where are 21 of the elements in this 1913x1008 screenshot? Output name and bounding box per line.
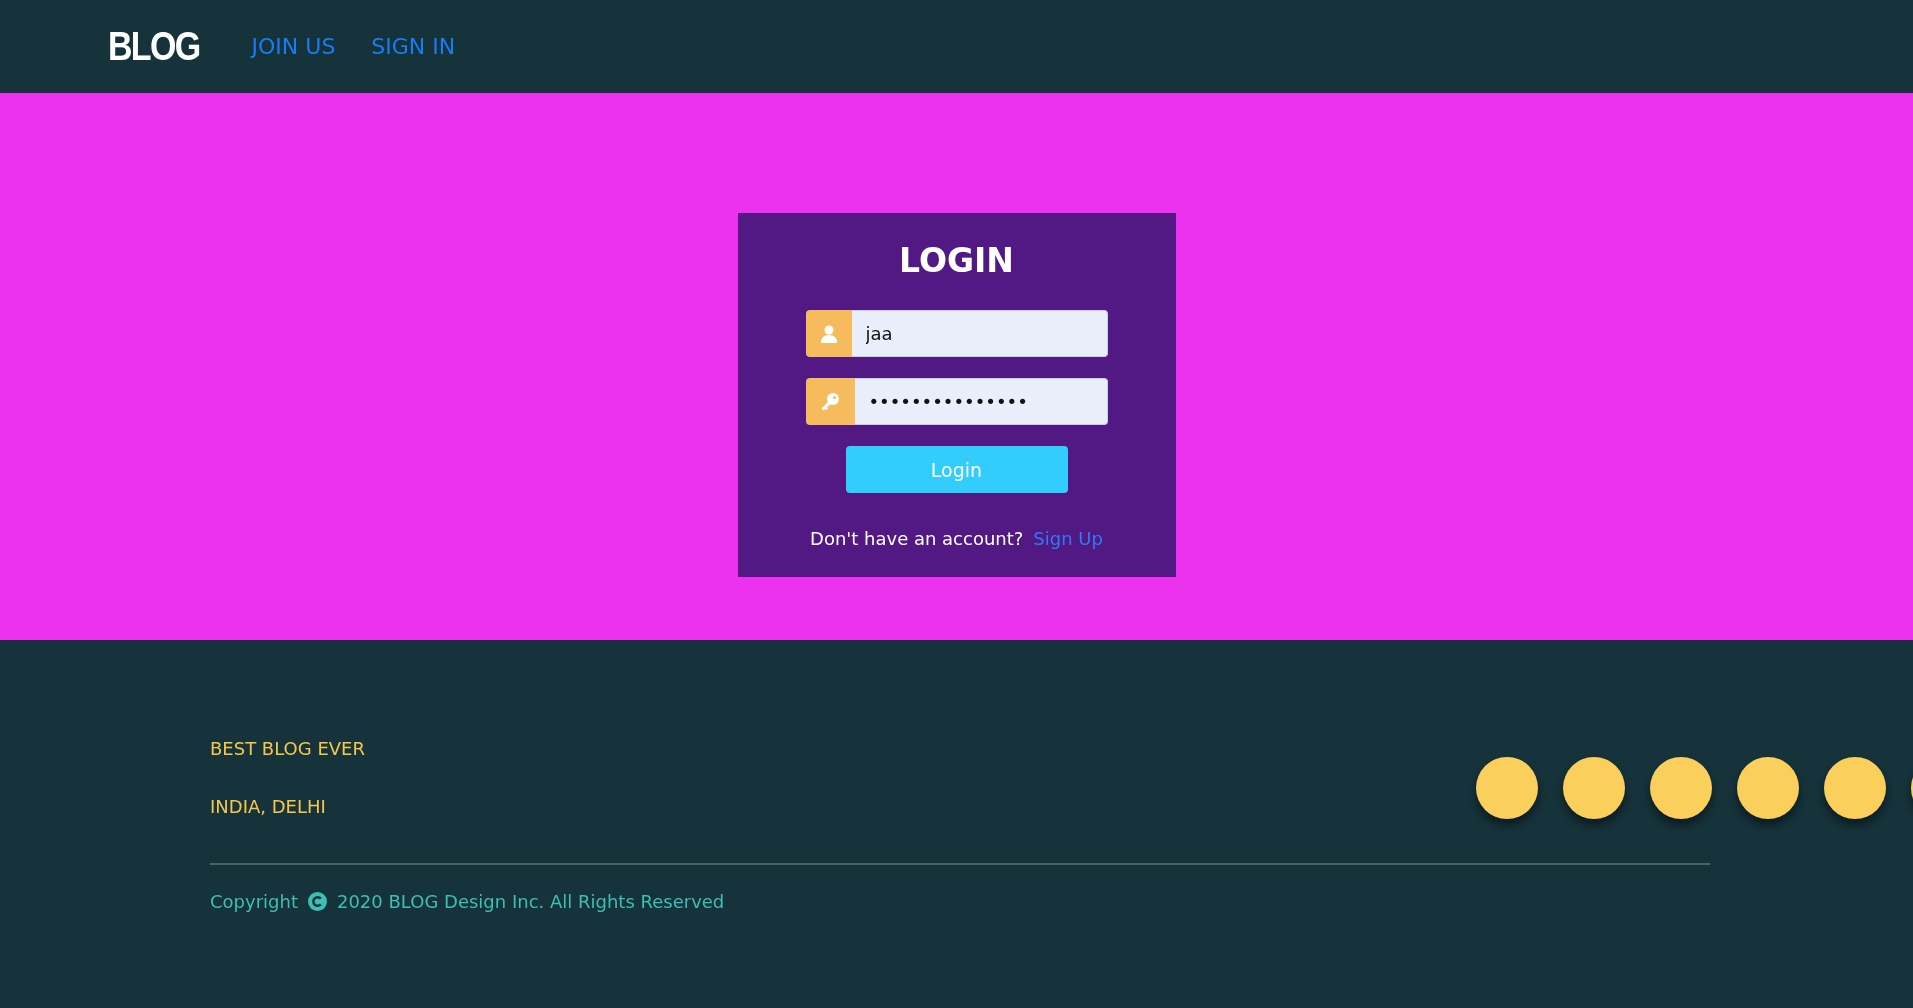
copyright-text: 2020 BLOG Design Inc. All Rights Reserved	[336, 891, 725, 912]
key-icon	[820, 391, 840, 412]
copyright-label: Copyright	[210, 891, 298, 912]
sign-up-link[interactable]: Sign Up	[1033, 528, 1103, 549]
round-button[interactable]	[1476, 757, 1538, 819]
footer-text: INDIA, DELHI	[210, 796, 327, 817]
login-title: LOGIN	[899, 241, 1014, 280]
round-button[interactable]	[1563, 757, 1625, 819]
input-field[interactable]: •••••••••••••••	[854, 378, 1108, 425]
nav-link[interactable]: JOIN US	[251, 34, 336, 59]
signup-prompt: Don't have an account?	[810, 528, 1024, 549]
input-field[interactable]: jaa	[851, 310, 1108, 357]
nav-link[interactable]: SIGN IN	[371, 34, 456, 59]
footer-text: BEST BLOG EVER	[210, 738, 365, 759]
login-button[interactable]: Login	[845, 446, 1068, 493]
round-button[interactable]	[1737, 757, 1799, 819]
copyright-icon	[307, 892, 327, 911]
logo[interactable]: BLOG	[108, 24, 200, 69]
round-button[interactable]	[1824, 757, 1886, 819]
user-icon	[820, 324, 837, 343]
round-button[interactable]	[1650, 757, 1712, 819]
